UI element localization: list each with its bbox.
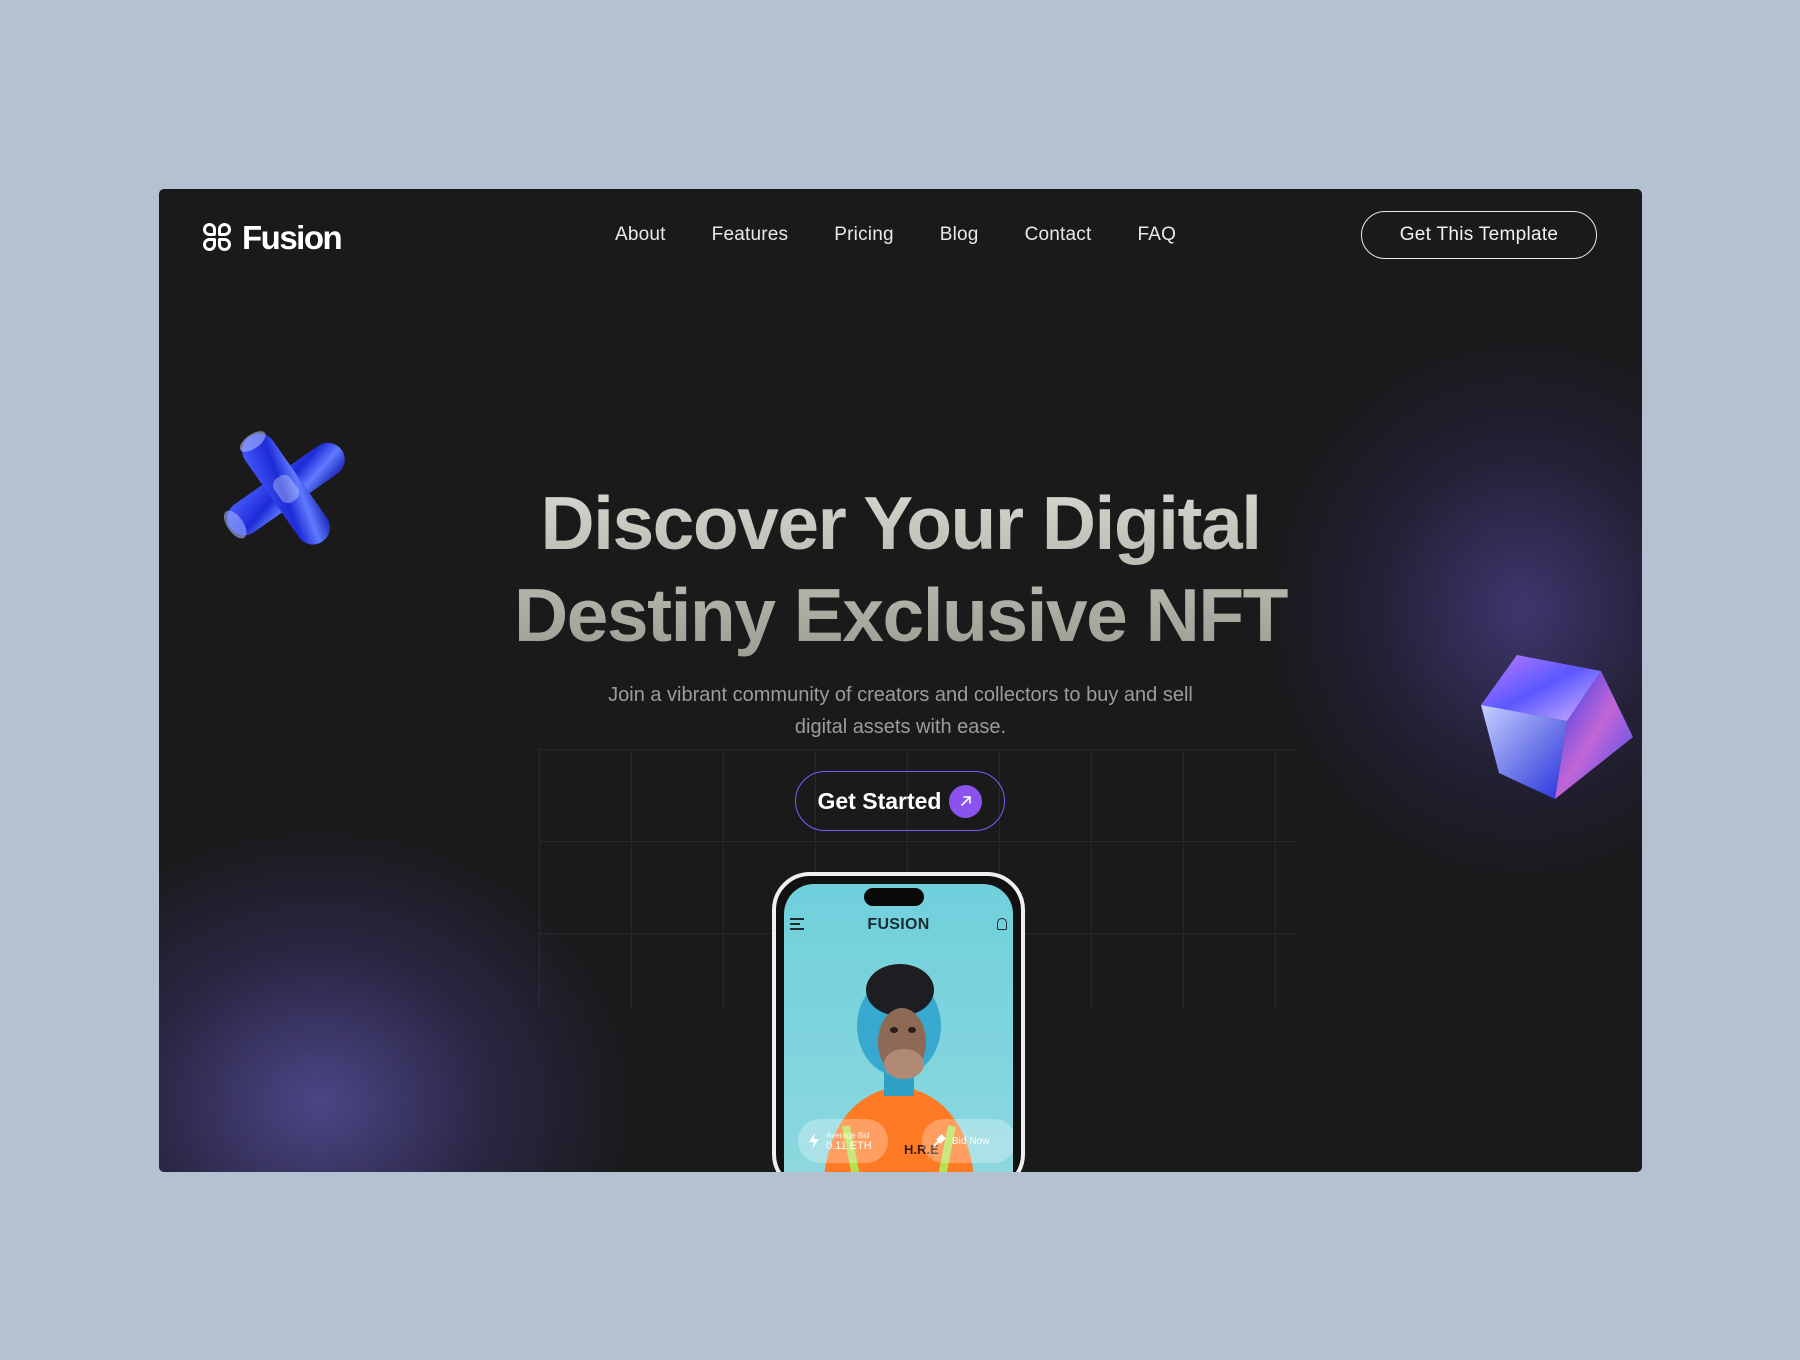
landing-frame: Fusion About Features Pricing Blog Conta… — [159, 189, 1642, 1172]
nav-features[interactable]: Features — [712, 224, 789, 246]
nav-faq[interactable]: FAQ — [1137, 224, 1176, 246]
bid-now-button[interactable]: Bid Now — [922, 1119, 1013, 1163]
get-started-button[interactable]: Get Started — [795, 771, 1005, 831]
arrow-up-right-icon — [949, 784, 983, 818]
hero-title-line2: Destiny Exclusive NFT — [514, 573, 1287, 657]
fusion-logo-icon — [203, 222, 234, 254]
get-template-button[interactable]: Get This Template — [1361, 211, 1597, 259]
main-nav: About Features Pricing Blog Contact FAQ — [615, 224, 1176, 246]
hero-subtitle-line2: digital assets with ease. — [794, 716, 1007, 738]
nav-pricing[interactable]: Pricing — [834, 224, 893, 246]
phone-screen: FUSION H.R.E Average Bid 0.11 ETH Bid No… — [784, 884, 1013, 1172]
nav-about[interactable]: About — [615, 224, 666, 246]
phone-notch — [864, 888, 924, 906]
nav-blog[interactable]: Blog — [940, 224, 979, 246]
average-bid-pill: Average Bid 0.11 ETH — [798, 1119, 888, 1163]
gavel-icon — [933, 1134, 946, 1147]
hero-subtitle: Join a vibrant community of creators and… — [159, 679, 1642, 743]
hero-title: Discover Your Digital Destiny Exclusive … — [159, 477, 1642, 661]
hero-title-line1: Discover Your Digital — [540, 481, 1261, 565]
phone-mockup: FUSION H.R.E Average Bid 0.11 ETH Bid No… — [772, 872, 1025, 1172]
get-started-label: Get Started — [817, 787, 942, 814]
average-bid-label: Average Bid — [826, 1130, 870, 1140]
bell-icon[interactable] — [997, 918, 1007, 930]
logo[interactable]: Fusion — [203, 219, 343, 257]
hero-subtitle-line1: Join a vibrant community of creators and… — [608, 684, 1193, 706]
bid-now-label: Bid Now — [952, 1135, 990, 1147]
average-bid-value: 0.11 ETH — [826, 1139, 872, 1152]
brand-name: Fusion — [242, 219, 343, 256]
nav-contact[interactable]: Contact — [1025, 224, 1092, 246]
phone-app-title: FUSION — [867, 916, 930, 933]
lightning-icon — [809, 1133, 819, 1149]
cube-shape-illustration — [1481, 655, 1633, 799]
